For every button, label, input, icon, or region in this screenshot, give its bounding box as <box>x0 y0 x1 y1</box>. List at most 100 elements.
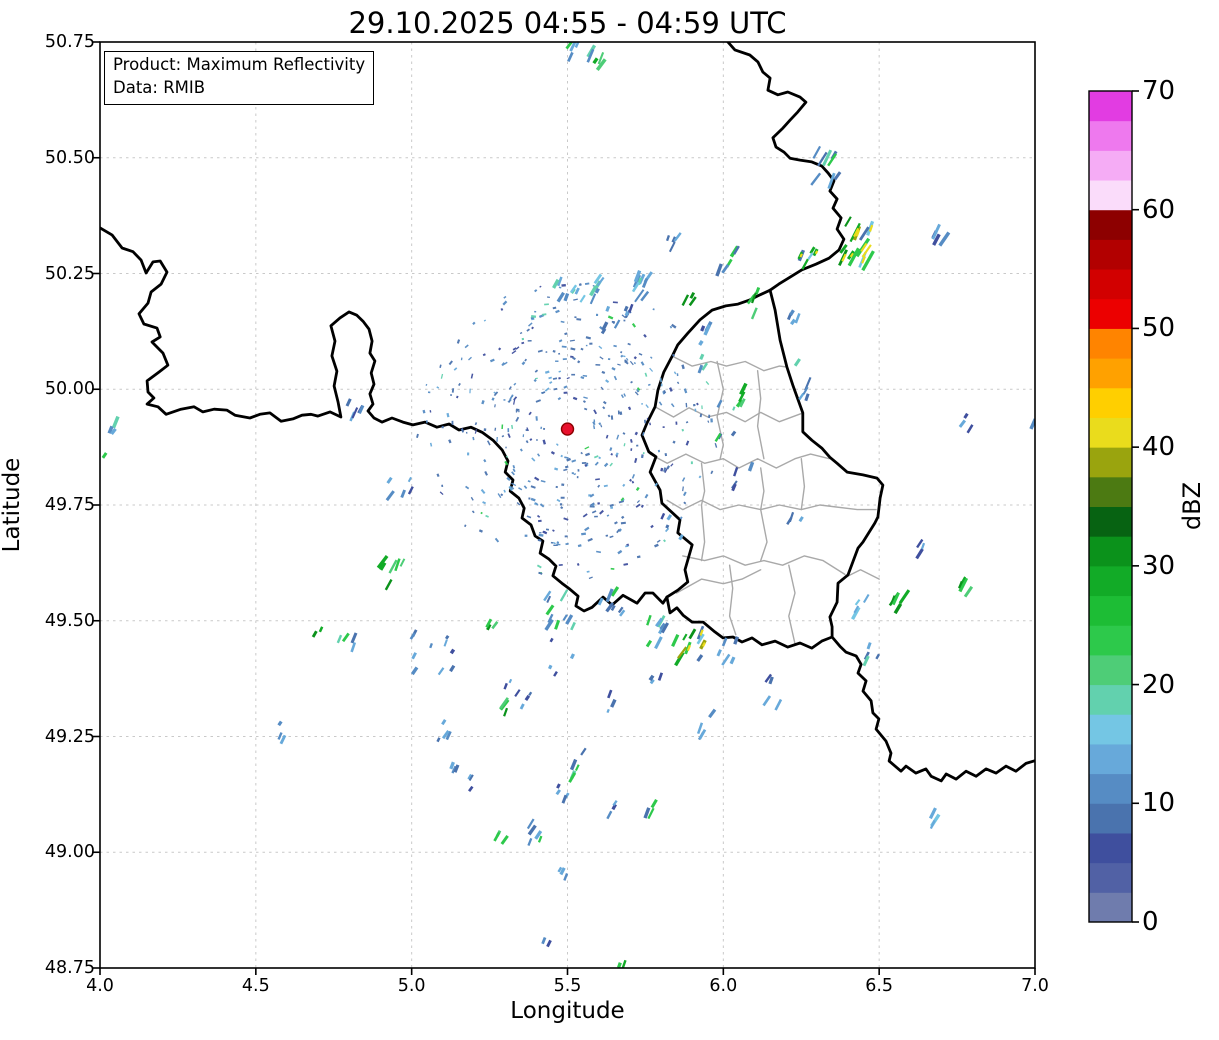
echo-streak <box>528 691 533 697</box>
echo-streak <box>762 695 772 707</box>
echo-streak <box>689 291 696 299</box>
echo-streak <box>567 51 574 63</box>
region-border <box>800 458 806 511</box>
echo-streak <box>569 758 578 771</box>
x-tick-label: 5.5 <box>553 976 582 996</box>
y-tick-label: 50.00 <box>44 379 95 400</box>
colorbar-label: dBZ <box>1178 481 1206 531</box>
echo-streak <box>641 277 649 289</box>
echo-streak <box>774 698 783 711</box>
echo-streak <box>673 232 682 242</box>
echo-streak <box>277 732 283 740</box>
region-border <box>700 462 706 562</box>
echo-streak <box>549 637 554 643</box>
echo-streak <box>449 648 456 655</box>
echo-streak <box>646 614 652 626</box>
echo-streak <box>916 538 924 549</box>
echo-streak <box>789 318 797 326</box>
echo-streak <box>569 653 575 660</box>
echo-streak <box>386 476 393 484</box>
echo-streak <box>407 476 412 483</box>
axis-ticks <box>93 41 1036 975</box>
echo-streak <box>928 807 937 820</box>
echo-streak <box>606 810 613 820</box>
echo-streak <box>607 689 613 699</box>
colorbar-band <box>1089 625 1132 656</box>
colorbar-band <box>1089 91 1132 122</box>
colorbar-band <box>1089 743 1132 775</box>
gridlines <box>99 41 1036 969</box>
echo-streak <box>605 305 611 312</box>
colorbar-tick-label: 60 <box>1142 194 1176 225</box>
x-tick-label: 6.0 <box>709 976 738 996</box>
colorbar-band <box>1089 862 1132 893</box>
echo-streak <box>688 628 697 640</box>
echo-streak <box>963 585 974 598</box>
echo-streak <box>563 292 570 302</box>
echo-streak <box>527 837 533 847</box>
national-border <box>665 595 834 650</box>
echo-streak <box>610 698 617 708</box>
echo-streak <box>336 634 343 644</box>
region-border <box>716 360 724 460</box>
echo-streak <box>798 516 804 523</box>
echo-streak <box>788 511 795 523</box>
echo-streak <box>400 489 406 499</box>
echo-streak <box>449 761 455 770</box>
echo-streak <box>561 794 568 804</box>
colorbar-band <box>1089 417 1132 448</box>
echo-streak <box>562 614 568 621</box>
echo-streak <box>657 672 664 681</box>
echo-streak <box>747 461 755 472</box>
echo-streak <box>384 578 393 591</box>
echo-streak <box>437 667 445 676</box>
echo-streak <box>963 412 969 419</box>
y-tick-label: 50.25 <box>44 263 95 284</box>
echo-streak <box>537 835 543 843</box>
echo-streak <box>645 639 653 648</box>
echo-streak <box>524 694 531 701</box>
echo-streak <box>613 319 621 329</box>
colorbar-band <box>1089 506 1132 537</box>
colorbar-band <box>1089 239 1132 270</box>
echo-streak <box>318 626 324 633</box>
region-border <box>682 555 846 576</box>
echo-streak <box>605 602 614 613</box>
echo-streak <box>812 145 822 159</box>
echo-streak <box>665 235 671 242</box>
colorbar-tick-label: 0 <box>1142 907 1159 937</box>
echo-streak <box>358 404 365 415</box>
echo-streak <box>101 452 108 459</box>
echo-streak <box>556 291 565 303</box>
echo-streak <box>966 424 974 434</box>
colorbar-band <box>1089 447 1132 478</box>
y-tick-label: 50.50 <box>44 147 95 168</box>
colorbar-band <box>1089 209 1132 240</box>
echo-streak <box>311 630 318 638</box>
echo-streak <box>429 642 433 649</box>
echo-streak <box>350 642 357 653</box>
echo-streak <box>546 939 552 948</box>
map-canvas <box>93 41 1139 975</box>
region-border <box>756 370 765 460</box>
national-border <box>640 288 772 599</box>
x-axis-title: Longitude <box>510 998 625 1024</box>
echo-streak <box>491 621 499 630</box>
echo-streak <box>699 353 705 360</box>
echo-streak <box>601 321 609 331</box>
echo-streak <box>703 324 712 336</box>
echo-streak <box>579 294 586 303</box>
echo-streak <box>681 294 690 307</box>
echo-streak <box>545 604 555 616</box>
echo-streak <box>541 936 547 945</box>
colorbar-band <box>1089 654 1132 686</box>
colorbar-band <box>1089 150 1132 181</box>
colorbar-band <box>1089 120 1132 151</box>
echo-streak <box>698 729 707 740</box>
plot-title: 29.10.2025 04:55 - 04:59 UTC <box>348 6 787 40</box>
echo-streak <box>729 656 736 665</box>
colorbar-band <box>1089 714 1132 745</box>
echo-streak <box>700 325 706 332</box>
product-line: Product: Maximum Reflectivity <box>113 55 366 74</box>
x-tick-label: 6.5 <box>865 976 894 996</box>
